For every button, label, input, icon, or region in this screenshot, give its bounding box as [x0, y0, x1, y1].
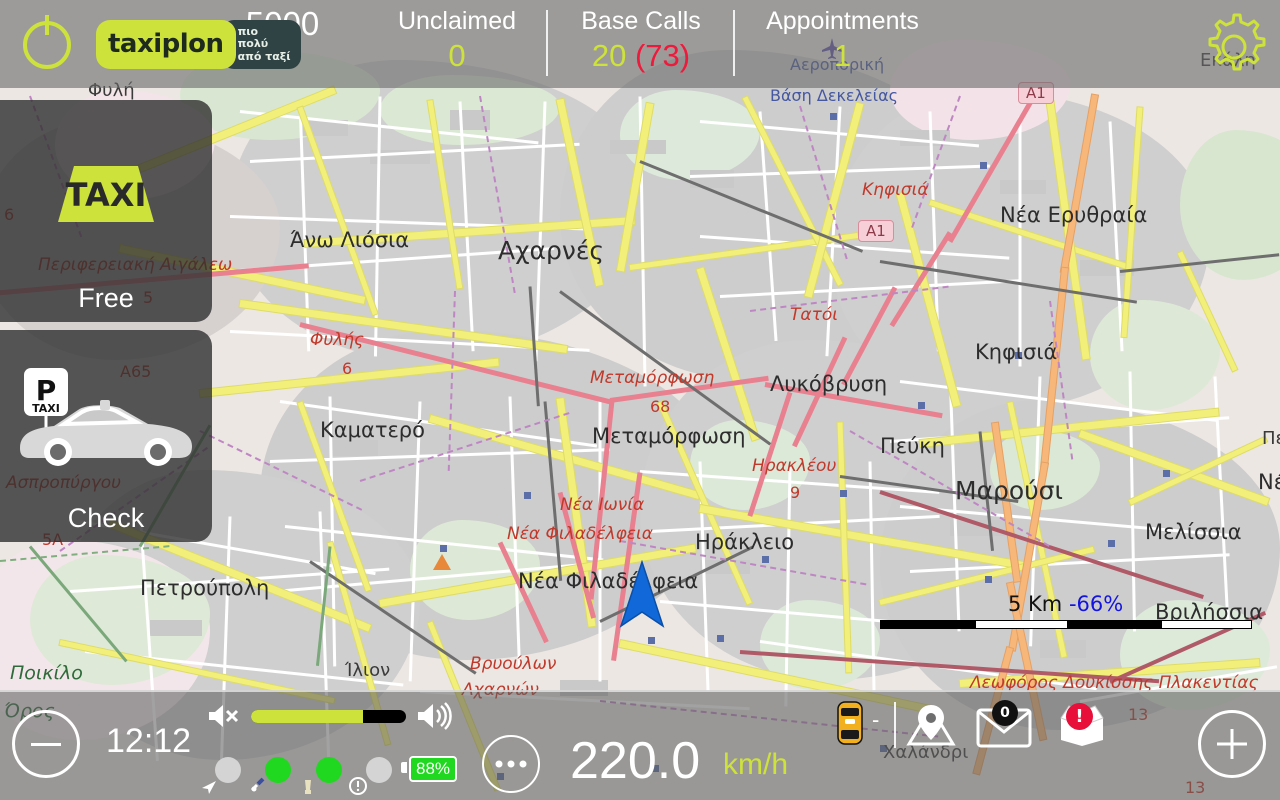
map-road-label: Κηφισιά — [862, 180, 929, 200]
map-motorway-shield: A1 — [858, 220, 894, 242]
connection-status-led[interactable] — [265, 757, 291, 783]
scale-zoom-offset: -66% — [1068, 592, 1124, 616]
inbox-alert-badge: ! — [1066, 703, 1093, 730]
scale-distance: 5 Km — [1008, 592, 1063, 616]
appointments-value: 1 — [833, 38, 852, 73]
unclaimed-label: Unclaimed — [397, 7, 517, 35]
settings-button[interactable] — [1200, 10, 1268, 78]
taxi-count-label: - — [872, 707, 880, 732]
map-place-label: Νέα Ερυθραία — [1000, 203, 1148, 227]
logo-tagline: πιο πολύ από ταξί — [237, 25, 291, 63]
map-area-label: Ποικίλο — [10, 662, 83, 684]
taxi-rooflight-icon: TAXI — [0, 100, 212, 283]
map-road-label: 68 — [650, 397, 671, 416]
header-divider-2 — [733, 10, 735, 76]
plus-button[interactable] — [1198, 710, 1266, 778]
map-place-label: Καματερό — [320, 418, 425, 442]
mail-unread-badge: 0 — [992, 700, 1018, 726]
map-place-label: Ίλιον — [345, 660, 391, 681]
map-place-label: Νέ — [1258, 470, 1280, 494]
volume-mute-icon[interactable] — [207, 703, 241, 729]
status-panel-check[interactable]: P TAXI Check — [0, 330, 212, 542]
volume-control[interactable] — [207, 702, 452, 730]
map-road-label: Φυλής — [310, 330, 365, 350]
map-place-label: Πεύκη — [880, 434, 945, 458]
map-place-label: Κηφισιά — [975, 340, 1058, 364]
clock-display: 12:12 — [106, 722, 192, 760]
taxi-parking-car-icon: P TAXI — [0, 330, 212, 503]
volume-up-icon[interactable] — [416, 702, 452, 730]
appointments-stat[interactable]: Appointments 1 — [740, 4, 945, 74]
svg-text:TAXI: TAXI — [32, 402, 60, 415]
battery-terminal-icon — [401, 762, 407, 773]
power-icon — [23, 15, 71, 69]
battery-indicator: 88% — [409, 756, 458, 782]
exclamation-circle-icon — [349, 777, 367, 795]
map-road-label: Τατόι — [790, 305, 838, 325]
map-place-label: Μεταμόρφωση — [592, 424, 746, 448]
panel-free-label: Free — [78, 283, 134, 313]
map-area-label: Βάση Δεκελείας — [770, 86, 899, 105]
map-place-label: Πετρούπολη — [140, 576, 270, 600]
map-road-label: Νέα Ιωνία — [560, 495, 645, 515]
tagline-line-2: πολύ — [237, 37, 269, 51]
unclaimed-stat[interactable]: Unclaimed 0 — [372, 4, 542, 74]
map-road-label: Νέα Φιλαδέλφεια — [507, 524, 653, 544]
unclaimed-value: 0 — [448, 38, 466, 73]
panel-check-label: Check — [67, 503, 145, 533]
map-place-label: Μαρούσι — [955, 476, 1063, 505]
link-icon — [250, 777, 265, 792]
navigation-arrow-icon — [202, 781, 216, 794]
tagline-line-1: πιο — [237, 25, 259, 38]
speed-value: 220.0 — [570, 732, 701, 790]
map-place-label: Ηράκλειο — [695, 530, 795, 554]
base-calls-label: Base Calls — [581, 7, 701, 35]
taximeter-icon — [305, 780, 311, 794]
plus-icon — [1217, 729, 1247, 759]
volume-slider-fill — [251, 709, 363, 723]
app-logo: taxiplon πιο πολύ από ταξί — [96, 20, 301, 69]
warning-status-led[interactable] — [366, 757, 392, 783]
top-status-bar: taxiplon πιο πολύ από ταξί 5000 Unclaime… — [0, 0, 1280, 88]
map-road-label: Βρυούλων — [470, 654, 557, 674]
base-calls-stat[interactable]: Base Calls 20 (73) — [556, 4, 726, 74]
map-scale-label: 5 Km -66% — [1008, 592, 1123, 616]
map-place-label: Πε — [1262, 428, 1280, 449]
map-place-label: Άνω Λιόσια — [290, 228, 410, 252]
map-place-label: Μελίσσια — [1145, 520, 1242, 544]
map-place-label: Νέα Φιλαδέλφεια — [518, 569, 699, 593]
map-road-label: 9 — [790, 483, 801, 502]
gps-status-led[interactable] — [215, 757, 241, 783]
base-calls-total: (73) — [634, 38, 691, 73]
svg-text:TAXI: TAXI — [66, 176, 147, 214]
map-place-label: Αχαρνές — [498, 236, 605, 265]
map-road-label: Ηρακλέου — [752, 456, 837, 476]
current-position-arrow — [618, 559, 666, 637]
logo-badge: taxiplon — [96, 20, 236, 69]
header-divider-1 — [546, 10, 548, 76]
power-button[interactable] — [14, 8, 80, 74]
logo-text: taxiplon — [108, 28, 224, 59]
volume-slider[interactable] — [251, 709, 406, 723]
base-calls-value: 20 (73) — [556, 38, 726, 74]
more-options-button[interactable] — [482, 735, 540, 793]
appointments-label: Appointments — [766, 7, 919, 35]
status-panel-free[interactable]: TAXI Free — [0, 100, 212, 322]
toolbar-divider-1 — [894, 702, 896, 748]
map-road-label: 6 — [342, 359, 353, 378]
meter-status-led[interactable] — [316, 757, 342, 783]
map-pin-icon[interactable] — [905, 702, 957, 748]
ellipsis-icon — [495, 760, 527, 768]
taxi-dispatch-app: Άνω Λιόσια Αχαρνές Καματερό Μεταμόρφωση Λυκό… — [0, 0, 1280, 800]
minus-icon — [31, 742, 61, 746]
taxi-top-view-icon[interactable] — [836, 700, 864, 746]
base-calls-count: 20 — [591, 38, 627, 73]
minus-button[interactable] — [12, 710, 80, 778]
map-place-label: Λυκόβρυση — [770, 372, 888, 396]
gear-icon — [1208, 13, 1266, 71]
tagline-line-3: από ταξί — [237, 49, 291, 63]
speed-unit-label: km/h — [723, 748, 789, 781]
map-road-label: Μεταμόρφωση — [590, 368, 715, 388]
